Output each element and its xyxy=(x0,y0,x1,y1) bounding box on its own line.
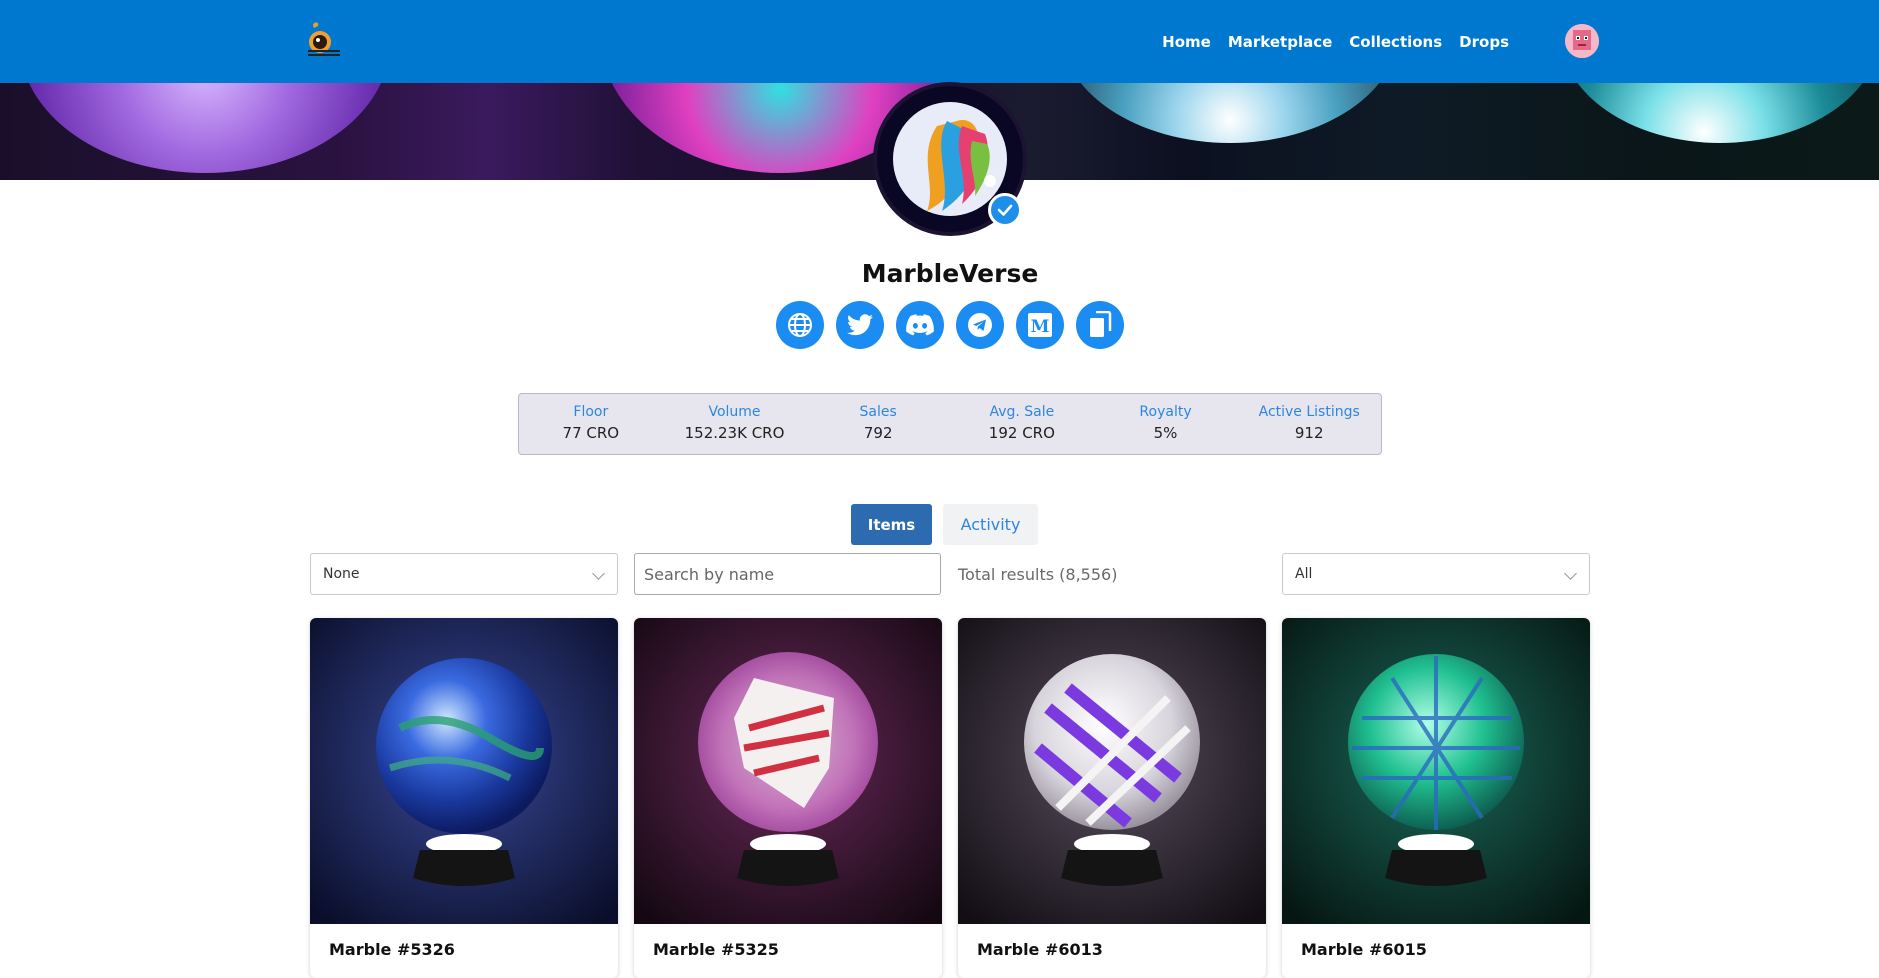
stat-value: 152.23K CRO xyxy=(684,424,785,442)
nft-card[interactable]: Marble #6015 xyxy=(1282,618,1590,978)
nft-image xyxy=(634,618,942,924)
stat-value: 792 xyxy=(863,424,893,442)
globe-icon[interactable] xyxy=(776,301,824,349)
stat-sales: Sales 792 xyxy=(806,394,950,454)
nft-image xyxy=(1282,618,1590,924)
twitter-icon[interactable] xyxy=(836,301,884,349)
stat-floor: Floor 77 CRO xyxy=(519,394,663,454)
nft-card-name: Marble #6013 xyxy=(977,940,1103,959)
collection-stats: Floor 77 CRO Volume 152.23K CRO Sales 79… xyxy=(518,393,1382,455)
medium-icon[interactable]: M xyxy=(1016,301,1064,349)
stat-label: Volume xyxy=(708,404,761,420)
stat-avg-sale: Avg. Sale 192 CRO xyxy=(950,394,1094,454)
tab-activity[interactable]: Activity xyxy=(943,504,1038,545)
discord-icon[interactable] xyxy=(896,301,944,349)
stat-label: Active Listings xyxy=(1258,404,1360,420)
chevron-down-icon xyxy=(592,567,605,580)
telegram-icon[interactable] xyxy=(956,301,1004,349)
stat-label: Royalty xyxy=(1139,404,1192,420)
stat-value: 77 CRO xyxy=(562,424,620,442)
user-avatar[interactable] xyxy=(1565,24,1599,58)
stat-volume: Volume 152.23K CRO xyxy=(663,394,807,454)
stat-active-listings: Active Listings 912 xyxy=(1237,394,1381,454)
stat-value: 912 xyxy=(1294,424,1324,442)
nft-card[interactable]: Marble #6013 xyxy=(958,618,1266,978)
nft-card[interactable]: Marble #5325 xyxy=(634,618,942,978)
nft-image xyxy=(310,618,618,924)
svg-text:M: M xyxy=(1031,317,1050,337)
sort-select-value: None xyxy=(323,566,360,582)
verified-badge-icon xyxy=(988,193,1022,227)
site-logo-icon[interactable] xyxy=(300,20,344,60)
nft-card-name: Marble #5326 xyxy=(329,940,455,959)
copy-icon[interactable] xyxy=(1076,301,1124,349)
nft-card-name: Marble #6015 xyxy=(1301,940,1427,959)
total-results: Total results (8,556) xyxy=(958,565,1118,584)
status-select-value: All xyxy=(1295,566,1313,582)
social-links: M xyxy=(776,301,1124,349)
status-filter-select[interactable]: All xyxy=(1282,553,1590,595)
search-input[interactable] xyxy=(634,553,941,595)
tab-items[interactable]: Items xyxy=(851,504,932,545)
stat-label: Avg. Sale xyxy=(989,404,1055,420)
chevron-down-icon xyxy=(1564,567,1577,580)
nav-home-link[interactable]: Home xyxy=(1162,33,1211,51)
nav-collections-link[interactable]: Collections xyxy=(1349,33,1442,51)
nft-card-name: Marble #5325 xyxy=(653,940,779,959)
nav-marketplace-link[interactable]: Marketplace xyxy=(1228,33,1332,51)
nav-links: Home Marketplace Collections Drops xyxy=(1162,0,1509,83)
nft-card[interactable]: Marble #5326 xyxy=(310,618,618,978)
nft-image xyxy=(958,618,1266,924)
nav-drops-link[interactable]: Drops xyxy=(1459,33,1509,51)
sort-select[interactable]: None xyxy=(310,553,618,595)
stat-label: Sales xyxy=(859,404,897,420)
stat-label: Floor xyxy=(573,404,609,420)
stat-value: 5% xyxy=(1153,424,1178,442)
stat-value: 192 CRO xyxy=(988,424,1055,442)
navbar: Home Marketplace Collections Drops xyxy=(0,0,1879,83)
stat-royalty: Royalty 5% xyxy=(1094,394,1238,454)
collection-title: MarbleVerse xyxy=(861,259,1039,288)
